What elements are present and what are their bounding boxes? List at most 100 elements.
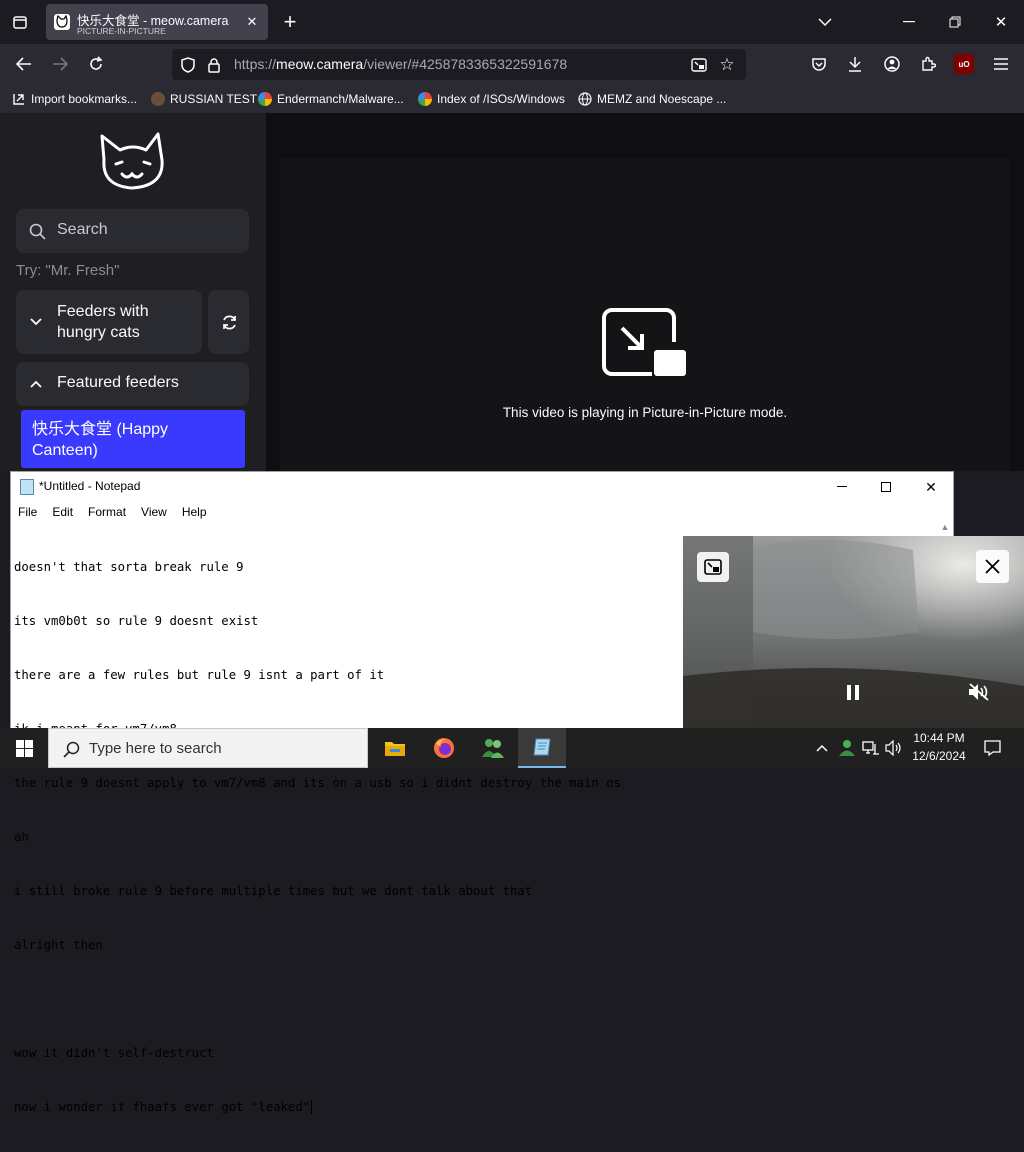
pip-video-window[interactable] [683, 536, 1024, 728]
minimize-window-icon[interactable] [831, 477, 853, 497]
url-bar[interactable]: https://meow.camera/viewer/#425878336532… [172, 49, 746, 80]
forward-arrow-icon[interactable] [48, 52, 72, 76]
text-line: doesn't that sorta break rule 9 [14, 560, 244, 574]
ublock-origin-icon[interactable]: uO [954, 54, 974, 74]
bookmark-russian-test[interactable]: RUSSIAN TEST [151, 85, 257, 113]
text-line: now i wonder if fhaafs ever got "leaked" [14, 1098, 684, 1116]
pip-close-icon[interactable] [976, 550, 1009, 583]
notepad-text-area[interactable]: doesn't that sorta break rule 9 its vm0b… [14, 522, 684, 1114]
tracking-protection-shield-icon[interactable] [178, 55, 198, 75]
bookmark-label: Import bookmarks... [31, 92, 138, 106]
back-arrow-icon[interactable] [12, 52, 36, 76]
bookmark-import[interactable]: Import bookmarks... [12, 85, 137, 113]
url-path: /viewer/#4258783365322591678 [363, 56, 568, 72]
url-text: https://meow.camera/viewer/#425878336532… [234, 56, 567, 72]
tab-active[interactable]: 快乐大食堂 - meow.camera PICTURE-IN-PICTURE ✕ [46, 4, 268, 40]
menu-view[interactable]: View [134, 502, 175, 522]
clock-time[interactable]: 10:44 PM [906, 731, 972, 745]
ram-icon [151, 92, 165, 106]
close-window-icon[interactable]: ✕ [990, 12, 1012, 32]
notepad-title: *Untitled - Notepad [39, 479, 141, 493]
bookmark-label: Endermanch/Malware... [277, 92, 404, 106]
search-input[interactable]: Search [57, 221, 108, 239]
search-box[interactable]: Search [16, 209, 249, 253]
taskbar-search-box[interactable]: Type here to search [48, 728, 368, 768]
minimize-window-icon[interactable] [898, 12, 920, 32]
people-app-icon[interactable] [478, 734, 508, 762]
search-hint: Try: "Mr. Fresh" [16, 262, 120, 279]
bookmark-index-isos[interactable]: Index of /ISOs/Windows [418, 85, 565, 113]
text-cursor [311, 1100, 313, 1114]
menu-edit[interactable]: Edit [45, 502, 81, 522]
chevron-up-icon[interactable] [812, 738, 832, 758]
volume-icon[interactable] [883, 738, 905, 758]
pip-message: This video is playing in Picture-in-Pict… [502, 405, 788, 420]
menu-file[interactable]: File [11, 502, 45, 522]
google-icon [418, 92, 432, 106]
firefox-icon[interactable] [429, 734, 459, 762]
globe-icon [578, 92, 592, 106]
list-all-tabs-icon[interactable] [814, 12, 836, 32]
text-line: wow it didn't self-destruct [14, 1046, 214, 1060]
taskbar-search-input[interactable]: Type here to search [89, 740, 222, 757]
notepad-menubar: File Edit Format View Help [11, 502, 953, 522]
featured-feeder-label: 快乐大食堂 (Happy Canteen) [32, 421, 169, 459]
section-hungry-title: Feeders with hungry cats [57, 303, 149, 341]
restore-window-icon[interactable] [944, 12, 966, 32]
file-explorer-icon[interactable] [380, 734, 410, 762]
bookmark-endermanch[interactable]: Endermanch/Malware... [258, 85, 404, 113]
import-icon [12, 92, 26, 106]
text-line: there are a few rules but rule 9 isnt a … [14, 668, 385, 682]
refresh-icon [219, 312, 239, 332]
featured-feeder-item[interactable]: 快乐大食堂 (Happy Canteen) [21, 410, 245, 468]
menu-format[interactable]: Format [81, 502, 134, 522]
pause-icon[interactable] [843, 680, 863, 704]
close-window-icon[interactable]: ✕ [920, 477, 942, 497]
refresh-button[interactable] [208, 290, 249, 354]
muted-speaker-icon[interactable] [966, 680, 992, 704]
section-featured-feeders[interactable]: Featured feeders [16, 362, 249, 406]
lock-icon[interactable] [205, 55, 223, 75]
new-tab-icon[interactable]: + [278, 9, 302, 34]
notepad-icon [531, 736, 553, 758]
section-hungry-feeders[interactable]: Feeders with hungry cats [16, 290, 202, 354]
chevron-down-icon [28, 314, 44, 330]
text-line: alright then [14, 938, 103, 952]
windows-start-icon[interactable] [0, 728, 48, 768]
meow-camera-logo[interactable] [98, 130, 168, 192]
extensions-puzzle-icon[interactable] [917, 53, 939, 75]
close-tab-icon[interactable]: ✕ [244, 14, 260, 30]
bookmark-label: MEMZ and Noescape ... [597, 92, 727, 106]
people-tray-icon[interactable] [836, 738, 858, 758]
text-line [14, 990, 684, 1008]
downloads-icon[interactable] [844, 53, 866, 75]
network-icon[interactable] [860, 738, 882, 758]
picture-in-picture-icon[interactable] [688, 55, 710, 75]
pocket-icon[interactable] [808, 53, 830, 75]
text-line: ah [14, 830, 29, 844]
action-center-icon[interactable] [980, 736, 1004, 760]
notepad-titlebar[interactable]: *Untitled - Notepad ✕ [11, 472, 953, 502]
menu-hamburger-icon[interactable] [990, 53, 1012, 75]
picture-in-picture-icon [602, 308, 688, 380]
bookmark-memz[interactable]: MEMZ and Noescape ... [578, 85, 726, 113]
notepad-taskbar-button[interactable] [518, 728, 566, 768]
search-icon [61, 739, 81, 759]
account-icon[interactable] [881, 53, 903, 75]
scroll-up-arrow-icon[interactable]: ▲ [937, 522, 953, 536]
reload-icon[interactable] [84, 52, 108, 76]
menu-help[interactable]: Help [175, 502, 215, 522]
bookmark-star-icon[interactable]: ☆ [716, 54, 738, 76]
search-icon [28, 222, 46, 240]
tab-subtitle: PICTURE-IN-PICTURE [77, 26, 166, 36]
bookmark-label: Index of /ISOs/Windows [437, 92, 566, 106]
maximize-window-icon[interactable] [875, 477, 897, 497]
google-icon [258, 92, 272, 106]
text-line: the rule 9 doesnt apply to vm7/vm8 and i… [14, 776, 622, 790]
text-line: its vm0b0t so rule 9 doesnt exist [14, 614, 259, 628]
clock-date[interactable]: 12/6/2024 [906, 749, 972, 763]
video-player[interactable]: This video is playing in Picture-in-Pict… [280, 158, 1010, 471]
section-featured-title: Featured feeders [57, 374, 179, 391]
tab-overview-icon[interactable] [8, 10, 32, 34]
pip-return-icon[interactable] [697, 552, 729, 582]
